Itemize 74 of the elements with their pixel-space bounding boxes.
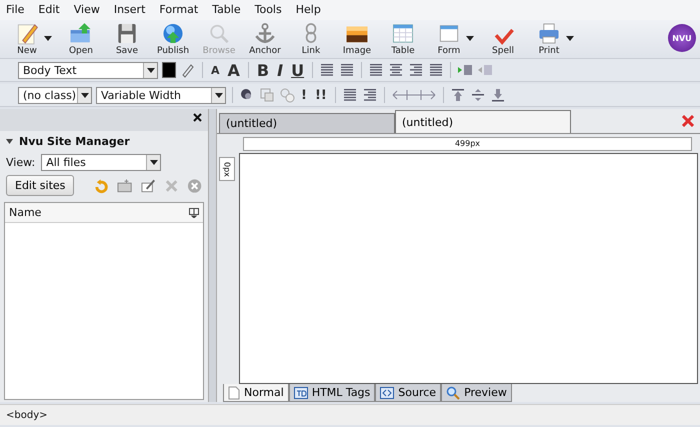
- view-mode-tab[interactable]: Preview: [441, 384, 512, 402]
- text-style-button[interactable]: I: [275, 60, 286, 80]
- menu-item[interactable]: View: [74, 3, 100, 17]
- menu-item[interactable]: Help: [296, 3, 321, 17]
- magnifier-icon: [446, 386, 460, 400]
- menu-item[interactable]: Format: [159, 3, 198, 17]
- emphasis-button[interactable]: !: [299, 88, 309, 102]
- caret-icon: [80, 92, 88, 98]
- caret-icon: [214, 92, 222, 98]
- menu-item[interactable]: Table: [212, 3, 241, 17]
- toolbar-button[interactable]: Print: [526, 21, 572, 56]
- document-tab[interactable]: (untitled): [395, 110, 571, 133]
- document-tab[interactable]: (untitled): [219, 113, 395, 133]
- indent-icon[interactable]: [457, 62, 474, 78]
- toolbar-button[interactable]: Save: [104, 21, 150, 56]
- toolbar-button[interactable]: Link: [288, 21, 334, 56]
- highlight-pen-icon[interactable]: [180, 62, 196, 78]
- edit-icon[interactable]: [140, 178, 156, 194]
- align-left-icon[interactable]: [368, 62, 384, 78]
- list-lines-indented-icon[interactable]: [362, 87, 378, 103]
- toolbar-button[interactable]: New: [4, 21, 50, 56]
- paragraph-style-select[interactable]: Body Text: [18, 62, 158, 78]
- class-select[interactable]: (no class): [18, 86, 92, 104]
- spacing-icon[interactable]: [390, 87, 437, 103]
- caret-icon: [146, 68, 154, 72]
- menu-item[interactable]: Insert: [114, 3, 146, 17]
- horizontal-ruler: 499px: [243, 137, 692, 151]
- align-middle-icon[interactable]: [470, 87, 486, 103]
- dropdown-caret-icon[interactable]: [466, 36, 474, 40]
- column-picker-icon[interactable]: [189, 208, 199, 218]
- toolbar-button[interactable]: Open: [58, 21, 104, 56]
- dropdown-caret-icon[interactable]: [44, 36, 52, 40]
- align-right-icon[interactable]: [408, 62, 424, 78]
- menu-item[interactable]: File: [6, 3, 24, 17]
- close-icon[interactable]: [193, 113, 202, 122]
- vertical-ruler: 0px: [219, 157, 235, 181]
- toolbar-button[interactable]: Table: [380, 21, 426, 56]
- view-mode-tab[interactable]: Source: [375, 384, 442, 402]
- text-color-swatch[interactable]: [162, 62, 176, 78]
- align-center-icon[interactable]: [388, 62, 404, 78]
- tag-icon: [294, 386, 308, 398]
- new-folder-icon[interactable]: [117, 178, 133, 194]
- width-select[interactable]: Variable Width: [96, 86, 226, 104]
- align-bottom-icon[interactable]: [490, 87, 506, 103]
- app-logo: NVU: [668, 24, 696, 52]
- page-icon: [228, 386, 240, 400]
- view-select[interactable]: All files: [41, 154, 162, 171]
- caret-icon: [150, 160, 158, 165]
- toolbar-button[interactable]: Publish: [150, 21, 196, 56]
- column-header[interactable]: Name: [9, 206, 42, 219]
- menu-item[interactable]: Tools: [254, 3, 282, 17]
- font-size-button[interactable]: A: [226, 60, 242, 80]
- toolbar-button[interactable]: Form: [426, 21, 472, 56]
- close-tab-icon[interactable]: [682, 115, 694, 127]
- panel-title: Nvu Site Manager: [19, 135, 130, 148]
- view-label: View:: [6, 156, 36, 169]
- code-icon: [380, 386, 394, 398]
- text-style-button[interactable]: U: [289, 60, 306, 80]
- view-mode-tab[interactable]: HTML Tags: [288, 384, 376, 402]
- justify-icon[interactable]: [428, 62, 444, 78]
- status-text: <body>: [6, 410, 48, 420]
- toolbar-button[interactable]: Spell: [480, 21, 526, 56]
- view-mode-tab[interactable]: Normal: [223, 384, 289, 402]
- align-top-icon[interactable]: [450, 87, 466, 103]
- expand-triangle-icon[interactable]: [6, 138, 13, 145]
- toolbar-button[interactable]: Anchor: [242, 21, 288, 56]
- toolbar-button[interactable]: Image: [334, 21, 380, 56]
- text-style-button[interactable]: B: [254, 60, 272, 80]
- dropdown-caret-icon[interactable]: [566, 36, 574, 40]
- list-lines-icon[interactable]: [342, 87, 358, 103]
- menu-item[interactable]: Edit: [38, 3, 60, 17]
- edit-sites-button[interactable]: Edit sites: [6, 175, 74, 196]
- font-size-button[interactable]: A: [209, 64, 222, 76]
- emphasis-button[interactable]: !!: [312, 88, 329, 102]
